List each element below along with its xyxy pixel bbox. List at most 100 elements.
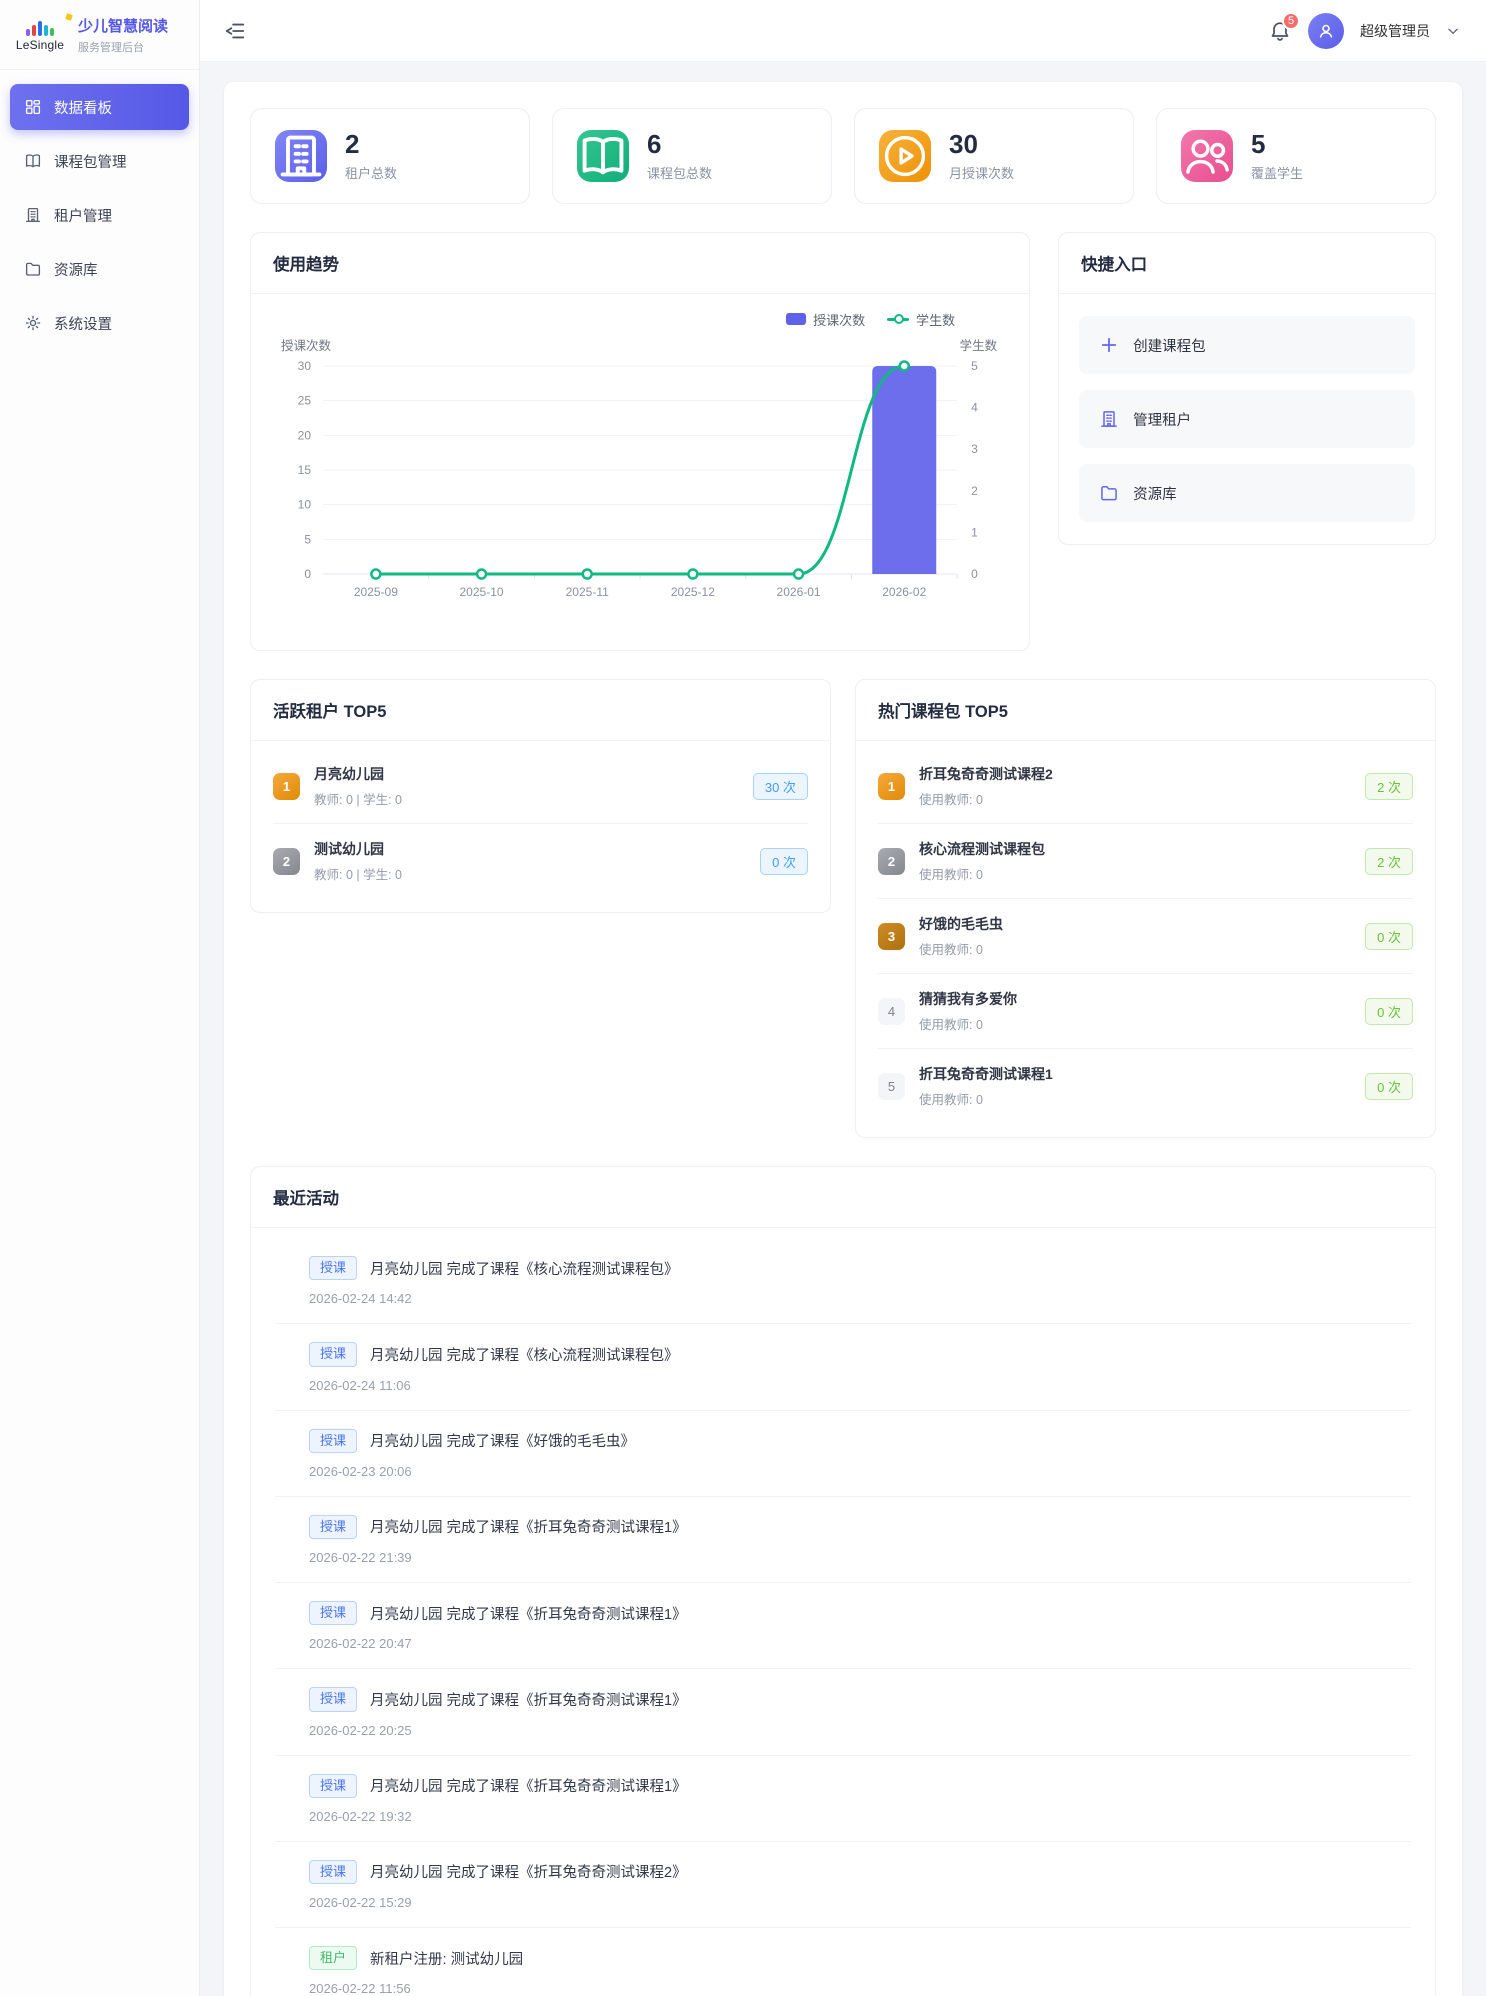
chevron-down-icon[interactable] bbox=[1446, 24, 1460, 38]
activity-time: 2026-02-24 14:42 bbox=[309, 1291, 679, 1306]
activity-type-badge: 授课 bbox=[309, 1429, 357, 1453]
sidebar-item-label: 系统设置 bbox=[54, 313, 112, 334]
usage-count-badge: 0 次 bbox=[1365, 1073, 1413, 1100]
sidebar: LeSingle 少儿智慧阅读 服务管理后台 数据看板 课程包管理 bbox=[0, 0, 200, 1996]
legend-line-swatch bbox=[887, 318, 909, 321]
tenant-rank-row: 1 月亮幼儿园 教师: 0 | 学生: 0 30 次 bbox=[273, 749, 808, 824]
svg-text:2026-02: 2026-02 bbox=[882, 585, 926, 599]
dashboard-icon bbox=[24, 98, 42, 116]
svg-text:5: 5 bbox=[971, 359, 978, 373]
activity-row: 授课 月亮幼儿园 完成了课程《折耳兔奇奇测试课程1》 2026-02-22 20… bbox=[275, 1583, 1411, 1669]
course-name: 折耳兔奇奇测试课程2 bbox=[919, 764, 1351, 784]
svg-text:学生数: 学生数 bbox=[960, 338, 998, 353]
chart-title: 使用趋势 bbox=[251, 233, 1029, 294]
activity-row: 授课 月亮幼儿园 完成了课程《折耳兔奇奇测试课程1》 2026-02-22 19… bbox=[275, 1756, 1411, 1842]
quick-entry-label: 资源库 bbox=[1133, 483, 1177, 504]
course-meta: 使用教师: 0 bbox=[919, 939, 1351, 958]
sidebar-item-label: 资源库 bbox=[54, 259, 98, 280]
user-name[interactable]: 超级管理员 bbox=[1360, 21, 1430, 41]
activity-text: 月亮幼儿园 完成了课程《核心流程测试课程包》 bbox=[370, 1344, 679, 1365]
activity-type-badge: 授课 bbox=[309, 1774, 357, 1798]
sidebar-item[interactable]: 租户管理 bbox=[10, 192, 189, 238]
activity-type-badge: 授课 bbox=[309, 1601, 357, 1625]
svg-text:1: 1 bbox=[971, 525, 978, 539]
sidebar-item[interactable]: 系统设置 bbox=[10, 300, 189, 346]
usage-trend-chart: 051015202530012345授课次数学生数2025-092025-102… bbox=[259, 330, 1017, 634]
usage-count-badge: 0 次 bbox=[1365, 998, 1413, 1025]
activity-row: 授课 月亮幼儿园 完成了课程《折耳兔奇奇测试课程1》 2026-02-22 20… bbox=[275, 1669, 1411, 1755]
svg-text:授课次数: 授课次数 bbox=[281, 338, 332, 353]
sidebar-item-label: 课程包管理 bbox=[54, 151, 127, 172]
sidebar-item[interactable]: 数据看板 bbox=[10, 84, 189, 130]
sidebar-menu: 数据看板 课程包管理 租户管理 资源库 bbox=[0, 70, 199, 368]
legend-item[interactable]: 学生数 bbox=[887, 310, 955, 329]
activity-row: 租户 新租户注册: 测试幼儿园 2026-02-22 11:56 bbox=[275, 1928, 1411, 1996]
gear-icon bbox=[24, 314, 42, 332]
user-avatar[interactable] bbox=[1308, 13, 1344, 49]
svg-text:2025-11: 2025-11 bbox=[566, 585, 609, 599]
tenant-name: 测试幼儿园 bbox=[314, 839, 746, 859]
topbar: 5 超级管理员 bbox=[200, 0, 1486, 62]
course-name: 核心流程测试课程包 bbox=[919, 839, 1351, 859]
folder-icon bbox=[1099, 483, 1119, 503]
sidebar-item[interactable]: 资源库 bbox=[10, 246, 189, 292]
course-meta: 使用教师: 0 bbox=[919, 1089, 1351, 1108]
stat-value: 6 bbox=[647, 130, 712, 159]
quick-entry-label: 创建课程包 bbox=[1133, 335, 1206, 356]
app-title: 少儿智慧阅读 bbox=[78, 15, 168, 36]
activity-time: 2026-02-22 20:47 bbox=[309, 1636, 687, 1651]
tenant-meta: 教师: 0 | 学生: 0 bbox=[314, 789, 739, 808]
logo-wordmark: LeSingle bbox=[12, 38, 68, 52]
activity-type-badge: 授课 bbox=[309, 1515, 357, 1539]
activity-text: 月亮幼儿园 完成了课程《好饿的毛毛虫》 bbox=[370, 1430, 635, 1451]
activity-time: 2026-02-22 20:25 bbox=[309, 1723, 687, 1738]
main-content: 2 租户总数 6 课程包总数 bbox=[200, 62, 1486, 1996]
stat-label: 租户总数 bbox=[345, 163, 397, 182]
quick-entry-item[interactable]: 创建课程包 bbox=[1079, 316, 1415, 374]
svg-text:2025-10: 2025-10 bbox=[460, 585, 504, 599]
hot-courses-title: 热门课程包 TOP5 bbox=[856, 680, 1435, 741]
stat-value: 5 bbox=[1251, 130, 1303, 159]
legend-bar-swatch bbox=[786, 313, 806, 325]
rank-badge: 1 bbox=[878, 773, 905, 800]
activity-row: 授课 月亮幼儿园 完成了课程《核心流程测试课程包》 2026-02-24 11:… bbox=[275, 1324, 1411, 1410]
quick-entry-item[interactable]: 管理租户 bbox=[1079, 390, 1415, 448]
usage-count-badge: 2 次 bbox=[1365, 848, 1413, 875]
sidebar-fold-icon[interactable] bbox=[224, 20, 246, 42]
quick-entry-card: 快捷入口 创建课程包 管理租户 bbox=[1058, 232, 1436, 545]
legend-item[interactable]: 授课次数 bbox=[786, 310, 865, 329]
course-rank-row: 1 折耳兔奇奇测试课程2 使用教师: 0 2 次 bbox=[878, 749, 1413, 824]
activity-time: 2026-02-22 15:29 bbox=[309, 1895, 687, 1910]
active-tenants-title: 活跃租户 TOP5 bbox=[251, 680, 830, 741]
activity-text: 月亮幼儿园 完成了课程《折耳兔奇奇测试课程1》 bbox=[370, 1603, 687, 1624]
recent-activity-card: 最近活动 授课 月亮幼儿园 完成了课程《核心流程测试课程包》 bbox=[250, 1166, 1436, 1996]
rank-badge: 5 bbox=[878, 1073, 905, 1100]
activity-row: 授课 月亮幼儿园 完成了课程《好饿的毛毛虫》 2026-02-23 20:06 bbox=[275, 1411, 1411, 1497]
svg-text:10: 10 bbox=[298, 498, 312, 512]
svg-text:2: 2 bbox=[971, 484, 978, 498]
svg-text:30: 30 bbox=[298, 359, 312, 373]
svg-text:2026-01: 2026-01 bbox=[777, 585, 821, 599]
usage-count-badge: 2 次 bbox=[1365, 773, 1413, 800]
activity-text: 月亮幼儿园 完成了课程《折耳兔奇奇测试课程1》 bbox=[370, 1775, 687, 1796]
sidebar-item[interactable]: 课程包管理 bbox=[10, 138, 189, 184]
activity-type-badge: 授课 bbox=[309, 1860, 357, 1884]
svg-text:20: 20 bbox=[298, 428, 312, 442]
sidebar-item-label: 租户管理 bbox=[54, 205, 112, 226]
svg-text:5: 5 bbox=[304, 532, 311, 546]
activity-time: 2026-02-22 21:39 bbox=[309, 1550, 687, 1565]
app-root: LeSingle 少儿智慧阅读 服务管理后台 数据看板 课程包管理 bbox=[0, 0, 1486, 1996]
quick-entry-item[interactable]: 资源库 bbox=[1079, 464, 1415, 522]
users-icon bbox=[1181, 130, 1233, 182]
svg-text:15: 15 bbox=[298, 463, 312, 477]
stat-value: 30 bbox=[949, 130, 1014, 159]
building-icon bbox=[24, 206, 42, 224]
activity-row: 授课 月亮幼儿园 完成了课程《核心流程测试课程包》 2026-02-24 14:… bbox=[275, 1238, 1411, 1324]
notification-bell-icon[interactable]: 5 bbox=[1268, 19, 1292, 43]
stat-value: 2 bbox=[345, 130, 397, 159]
tenant-name: 月亮幼儿园 bbox=[314, 764, 739, 784]
app-subtitle: 服务管理后台 bbox=[78, 39, 168, 55]
plus-icon bbox=[1099, 335, 1119, 355]
tenant-meta: 教师: 0 | 学生: 0 bbox=[314, 864, 746, 883]
folder-icon bbox=[24, 260, 42, 278]
